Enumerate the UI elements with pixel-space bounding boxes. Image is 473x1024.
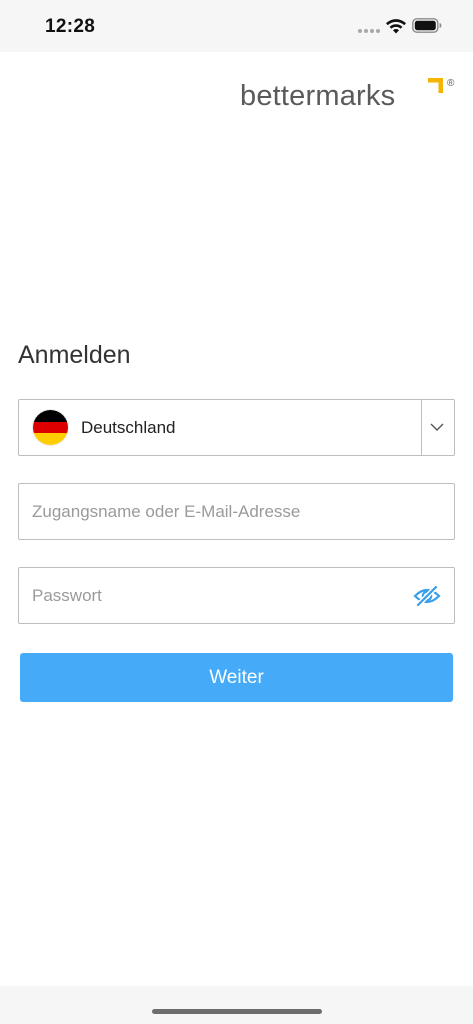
battery-icon (412, 18, 442, 33)
status-bar: 12:28 (0, 0, 473, 52)
germany-flag-icon (33, 410, 68, 445)
chevron-down-icon[interactable] (429, 420, 445, 434)
status-time: 12:28 (45, 16, 96, 37)
home-indicator[interactable] (152, 1009, 322, 1014)
page-title: Anmelden (18, 341, 131, 369)
country-select-value: Deutschland (81, 418, 176, 437)
country-select[interactable]: Deutschland (18, 399, 455, 456)
password-field[interactable] (18, 567, 455, 624)
username-field[interactable] (18, 483, 455, 540)
username-input[interactable] (32, 484, 402, 539)
wifi-icon (386, 19, 406, 34)
bottom-bar (0, 986, 473, 1024)
submit-button[interactable]: Weiter (20, 653, 453, 702)
password-input[interactable] (32, 568, 402, 623)
logo-text: bettermarks (240, 80, 396, 112)
eye-slash-icon[interactable] (413, 584, 441, 608)
signal-dots-icon (358, 29, 380, 33)
logo-corner-mark-icon (428, 78, 443, 93)
select-divider (421, 400, 422, 455)
logo-registered-mark: ® (447, 78, 455, 89)
login-screen: 12:28 bettermarks ® Anmelden Deutschland (0, 0, 473, 1024)
